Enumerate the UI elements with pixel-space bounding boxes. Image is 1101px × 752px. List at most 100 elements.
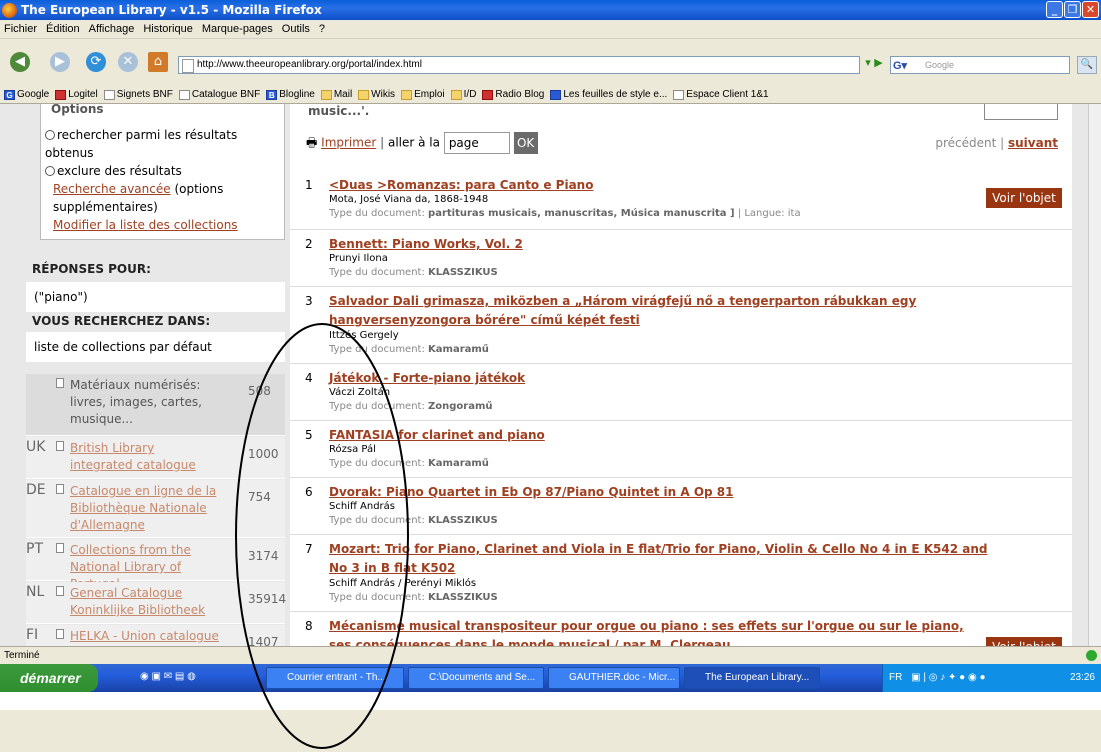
collection-item[interactable]: FI HELKA - Union catalogue of 1407 bbox=[26, 625, 285, 646]
menu-edition[interactable]: Édition bbox=[46, 23, 80, 35]
radio-search-in-results[interactable] bbox=[45, 130, 55, 140]
bookmark-id[interactable]: I/D bbox=[450, 89, 476, 100]
page-input[interactable]: page bbox=[443, 132, 510, 154]
collection-count: 3174 bbox=[248, 549, 279, 563]
menu-bar: Fichier Édition Affichage Historique Mar… bbox=[0, 20, 1101, 38]
bookmark-mail[interactable]: Mail bbox=[320, 89, 352, 100]
ok-button[interactable]: OK bbox=[513, 132, 538, 154]
taskbar-item-explorer[interactable]: C:\Documents and Se... bbox=[408, 667, 544, 689]
collection-count: 754 bbox=[248, 490, 271, 504]
partial-button[interactable] bbox=[984, 104, 1058, 120]
back-icon[interactable]: ◀ bbox=[10, 52, 30, 72]
home-icon[interactable]: ⌂ bbox=[148, 52, 168, 72]
result-title[interactable]: Játékok - Forte-piano játékok bbox=[329, 369, 989, 388]
menu-help[interactable]: ? bbox=[319, 23, 325, 35]
result-title[interactable]: Mécanisme musical transpositeur pour org… bbox=[329, 617, 979, 646]
radio-exclude-results[interactable] bbox=[45, 166, 55, 176]
bookmark-emploi[interactable]: Emploi bbox=[401, 89, 445, 100]
menu-historique[interactable]: Historique bbox=[143, 23, 193, 35]
bookmark-blogline[interactable]: B Blogline bbox=[266, 89, 315, 100]
result-number: 4 bbox=[305, 371, 313, 385]
taskbar-item-mail[interactable]: Courrier entrant - Th... bbox=[266, 667, 404, 689]
start-button[interactable]: démarrer bbox=[0, 664, 98, 692]
collection-item[interactable]: DE Catalogue en ligne de la Bibliothèque… bbox=[26, 480, 285, 538]
voir-objet-button[interactable]: Voir l'objet bbox=[986, 637, 1062, 646]
collection-name[interactable]: HELKA - Union catalogue of bbox=[70, 628, 220, 646]
print-link[interactable]: Imprimer bbox=[321, 136, 376, 150]
close-button[interactable]: ✕ bbox=[1082, 1, 1099, 18]
quicklaunch-icons[interactable]: ◉ ▣ ✉ ▤ ◍ bbox=[140, 671, 196, 682]
bookmark-espace-client[interactable]: Espace Client 1&1 bbox=[673, 89, 769, 100]
collection-item[interactable]: PT Collections from the National Library… bbox=[26, 539, 285, 591]
bookmark-wikis[interactable]: Wikis bbox=[358, 89, 395, 100]
collection-item[interactable]: UK British Library integrated catalogue … bbox=[26, 437, 285, 479]
collection-name[interactable]: Catalogue en ligne de la Bibliothèque Na… bbox=[70, 483, 220, 534]
previous-link: précédent bbox=[935, 136, 997, 150]
country-code: UK bbox=[26, 439, 46, 455]
collection-count: 1000 bbox=[248, 447, 279, 461]
minimize-button[interactable]: _ bbox=[1046, 1, 1063, 18]
goto-label: aller à la bbox=[387, 135, 440, 150]
bookmark-logitel[interactable]: Logitel bbox=[55, 89, 98, 100]
bookmark-google[interactable]: G Google bbox=[4, 89, 49, 100]
result-type: Type du document: partituras musicais, m… bbox=[329, 208, 801, 219]
taskbar-item-word[interactable]: GAUTHIER.doc - Micr... bbox=[548, 667, 680, 689]
taskbar: démarrer ◉ ▣ ✉ ▤ ◍ Courrier entrant - Th… bbox=[0, 664, 1101, 692]
menu-fichier[interactable]: Fichier bbox=[4, 23, 37, 35]
collection-count: 508 bbox=[248, 384, 271, 398]
reload-icon[interactable]: ⟳ bbox=[86, 52, 106, 72]
taskbar-item-firefox[interactable]: The European Library... bbox=[684, 667, 820, 689]
advanced-search-link[interactable]: Recherche avancée bbox=[53, 182, 171, 196]
collection-item[interactable]: Matériaux numérisés: livres, images, car… bbox=[26, 374, 285, 436]
status-bar: Terminé bbox=[0, 646, 1101, 664]
language-indicator[interactable]: FR bbox=[889, 672, 902, 683]
menu-outils[interactable]: Outils bbox=[282, 23, 310, 35]
bookmark-feuilles-de-style[interactable]: Les feuilles de style e... bbox=[550, 89, 667, 100]
search-input[interactable]: G▾ Google bbox=[890, 56, 1070, 74]
print-icon[interactable]: 🖶 bbox=[306, 136, 317, 150]
next-link[interactable]: suivant bbox=[1008, 136, 1058, 150]
result-item: 4 Játékok - Forte-piano játékok Váczi Zo… bbox=[290, 365, 1072, 421]
bookmarks-bar: G Google Logitel Signets BNF Catalogue BN… bbox=[0, 86, 1101, 104]
result-title[interactable]: Salvador Dali grimasza, miközben a „Háro… bbox=[329, 292, 989, 330]
bookmark-catalogue-bnf[interactable]: Catalogue BNF bbox=[178, 89, 260, 100]
search-icon[interactable]: 🔍 bbox=[1077, 56, 1097, 74]
vertical-scrollbar[interactable] bbox=[1088, 104, 1101, 646]
collection-icon bbox=[56, 629, 64, 639]
result-item: 3 Salvador Dali grimasza, miközben a „Há… bbox=[290, 288, 1072, 364]
folder-icon bbox=[450, 89, 462, 100]
result-title[interactable]: FANTASIA for clarinet and piano bbox=[329, 426, 989, 445]
collection-name[interactable]: General Catalogue Koninklijke Bibliothee… bbox=[70, 585, 220, 619]
bookmark-signets-bnf[interactable]: Signets BNF bbox=[103, 89, 173, 100]
result-title[interactable]: <Duas >Romanzas: para Canto e Piano bbox=[329, 176, 989, 195]
result-title[interactable]: Dvorak: Piano Quartet in Eb Op 87/Piano … bbox=[329, 483, 989, 502]
result-number: 1 bbox=[305, 178, 313, 192]
radio-icon bbox=[482, 89, 494, 100]
collection-item[interactable]: NL General Catalogue Koninklijke Bibliot… bbox=[26, 582, 286, 624]
maximize-button[interactable]: ❐ bbox=[1064, 1, 1081, 18]
result-type: Type du document: KLASSZIKUS bbox=[329, 592, 498, 603]
menu-affichage[interactable]: Affichage bbox=[89, 23, 135, 35]
page-icon bbox=[103, 89, 115, 100]
collection-name[interactable]: British Library integrated catalogue bbox=[70, 440, 220, 474]
result-author: Váczi Zoltán bbox=[329, 387, 391, 398]
site-icon bbox=[550, 89, 562, 100]
result-author: Rózsa Pál bbox=[329, 444, 376, 455]
result-title[interactable]: Mozart: Trio for Piano, Clarinet and Vio… bbox=[329, 540, 1009, 578]
forward-icon[interactable]: ▶ bbox=[50, 52, 70, 72]
modify-collections-link[interactable]: Modifier la liste des collections bbox=[53, 218, 238, 232]
result-number: 7 bbox=[305, 542, 313, 556]
result-type: Type du document: Kamaramű bbox=[329, 458, 489, 469]
result-author: Schiff András bbox=[329, 501, 396, 512]
result-author: Prunyi Ilona bbox=[329, 253, 388, 264]
collection-icon bbox=[56, 484, 64, 494]
result-title[interactable]: Bennett: Piano Works, Vol. 2 bbox=[329, 235, 989, 254]
result-author: Schiff András / Perényi Miklós bbox=[329, 578, 477, 589]
go-icon[interactable]: ▾ ▶ bbox=[863, 56, 885, 74]
bookmark-radio-blog[interactable]: Radio Blog bbox=[482, 89, 544, 100]
voir-objet-button[interactable]: Voir l'objet bbox=[986, 188, 1062, 208]
tray-icons[interactable]: ▣ | ◎ ♪ ✦ ● ◉ ● bbox=[911, 672, 985, 683]
stop-icon[interactable]: ✕ bbox=[118, 52, 138, 72]
url-bar[interactable]: http://www.theeuropeanlibrary.org/portal… bbox=[178, 56, 860, 74]
menu-marque-pages[interactable]: Marque-pages bbox=[202, 23, 273, 35]
